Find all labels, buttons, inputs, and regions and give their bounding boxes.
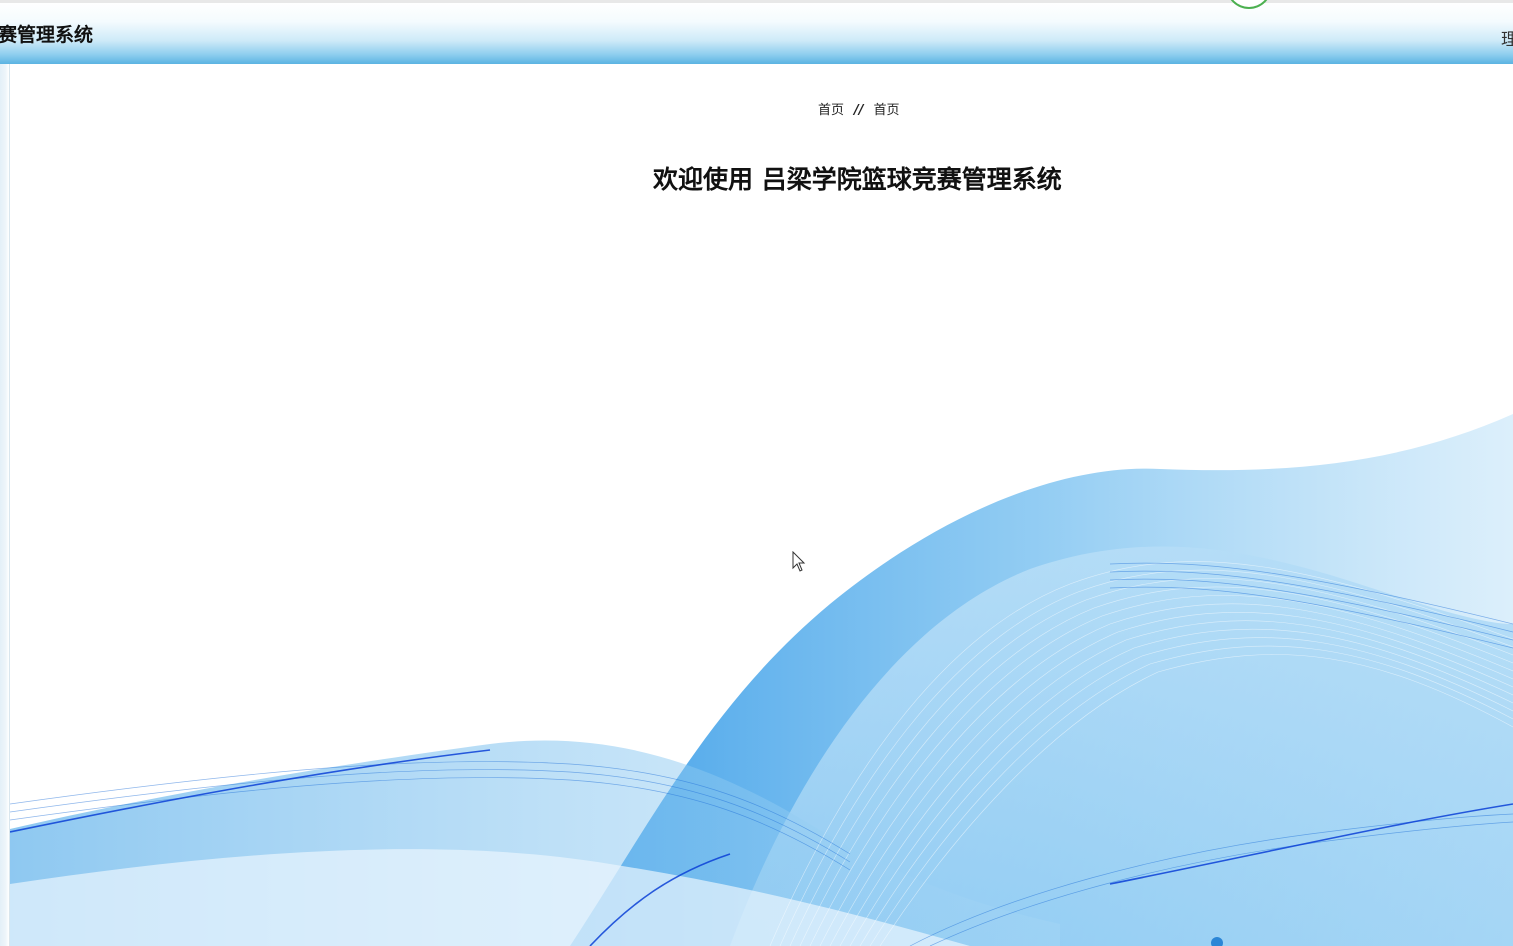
welcome-heading: 欢迎使用 吕梁学院篮球竞赛管理系统 bbox=[653, 165, 1062, 194]
breadcrumb-current: 首页 bbox=[873, 103, 900, 118]
header-right-text[interactable]: 理 bbox=[1501, 25, 1513, 50]
breadcrumb-home-link[interactable]: 首页 bbox=[818, 99, 844, 118]
wave-background bbox=[10, 414, 1513, 946]
breadcrumb-separator: // bbox=[854, 103, 864, 118]
user-avatar[interactable] bbox=[1226, 0, 1272, 9]
app-window: 赛管理系统 理 首页 // 首页 欢迎使用 吕梁学院篮球竞赛管理系统 bbox=[0, 0, 1513, 946]
app-title: 赛管理系统 bbox=[0, 24, 94, 46]
sidebar bbox=[0, 64, 10, 946]
scroll-indicator[interactable] bbox=[1211, 937, 1223, 946]
top-header-bar: 赛管理系统 理 bbox=[0, 0, 1513, 64]
breadcrumb: 首页 // 首页 bbox=[818, 99, 900, 118]
mouse-cursor-icon bbox=[792, 551, 806, 572]
main-content: 首页 // 首页 欢迎使用 吕梁学院篮球竞赛管理系统 bbox=[10, 64, 1513, 946]
